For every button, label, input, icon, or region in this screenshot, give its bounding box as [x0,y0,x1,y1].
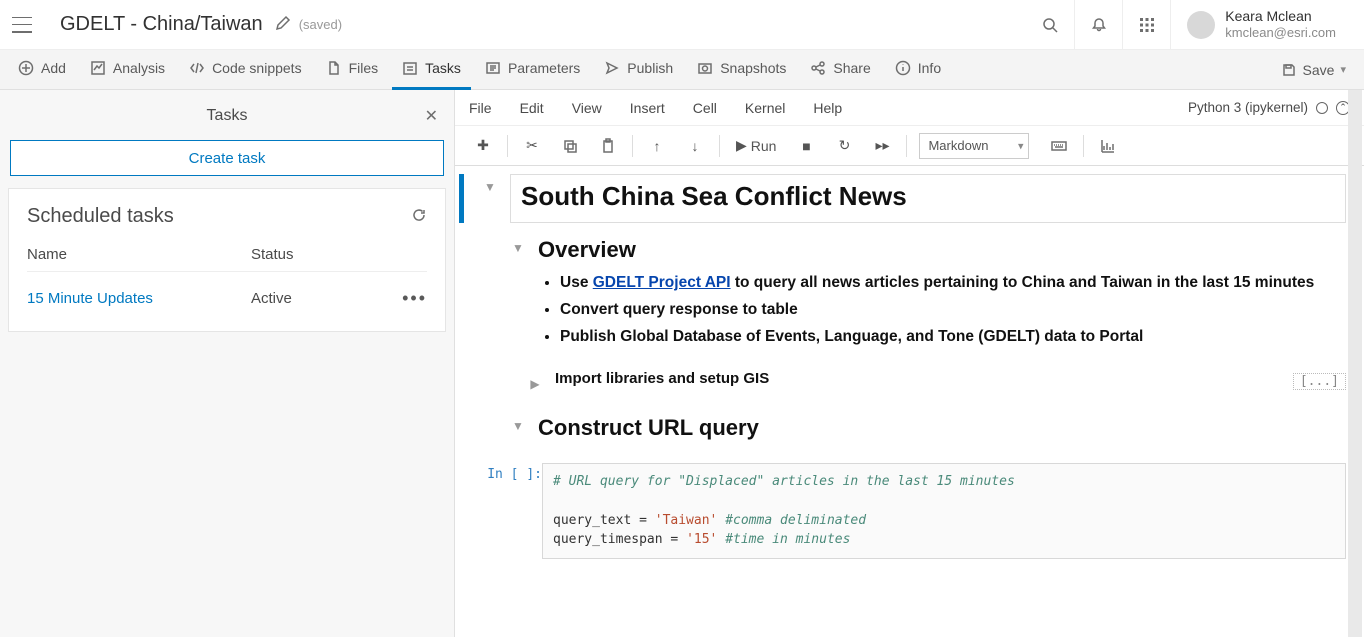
search-icon[interactable] [1026,0,1074,50]
app-header: GDELT - China/Taiwan (saved) Keara Mclea… [0,0,1364,50]
col-name: Name [27,246,251,263]
code-cell[interactable]: In [ ]: # URL query for "Displaced" arti… [459,463,1346,559]
kernel-name: Python 3 (ipykernel) [1188,100,1308,115]
tasks-panel-title: Tasks [207,107,248,125]
run-all-icon[interactable]: ▸▸ [864,131,900,161]
paste-icon[interactable] [590,131,626,161]
copy-icon[interactable] [552,131,588,161]
cell-type-select[interactable]: Markdown [919,133,1029,159]
toolbar-info[interactable]: Info [885,50,951,90]
construct-heading: Construct URL query [538,415,1322,441]
list-item: Use GDELT Project API to query all news … [560,273,1322,294]
collapse-caret-icon[interactable]: ▼ [512,419,524,451]
task-name-link[interactable]: 15 Minute Updates [27,290,251,307]
bell-icon[interactable] [1074,0,1122,50]
create-task-button[interactable]: Create task [10,140,444,176]
toolbar-snapshots[interactable]: Snapshots [687,50,796,90]
task-status: Active [251,290,371,307]
notebook-area: File Edit View Insert Cell Kernel Help P… [454,90,1364,637]
more-actions-icon[interactable]: ••• [371,288,427,309]
cell-heading: South China Sea Conflict News [521,181,1335,212]
toolbar-files[interactable]: Files [316,50,389,90]
overview-heading: Overview [538,237,1322,263]
toolbar-save[interactable]: Save▾ [1271,62,1356,78]
gdelt-api-link[interactable]: GDELT Project API [593,274,731,291]
collapse-caret-icon[interactable]: ▼ [484,180,496,223]
apps-grid-icon[interactable] [1122,0,1170,50]
notebook-toolbar: ✚ ✂ ↑ ↓ ▶ Run ■ ↻ ▸▸ Markdown [455,126,1364,166]
menu-help[interactable]: Help [813,100,842,116]
col-status: Status [251,246,371,263]
scheduled-tasks-title: Scheduled tasks [27,205,174,228]
code-editor[interactable]: # URL query for "Displaced" articles in … [542,463,1346,559]
tasks-table-header: Name Status [27,246,427,272]
saved-status: (saved) [299,17,342,32]
table-row: 15 Minute Updates Active ••• [27,282,427,315]
toolbar-code-snippets[interactable]: Code snippets [179,50,312,90]
toolbar-analysis[interactable]: Analysis [80,50,175,90]
run-button[interactable]: ▶ Run [726,131,786,161]
user-name: Keara Mclean [1225,8,1336,25]
main-toolbar: Add Analysis Code snippets Files Tasks P… [0,50,1364,90]
tasks-panel: Tasks ✕ Create task Scheduled tasks Name… [0,90,454,637]
refresh-icon[interactable] [411,207,427,226]
menu-insert[interactable]: Insert [630,100,665,116]
move-down-icon[interactable]: ↓ [677,131,713,161]
notebook-menu-bar: File Edit View Insert Cell Kernel Help P… [455,90,1364,126]
cell-prompt: In [ ]: [470,463,542,559]
kernel-status-icon [1316,102,1328,114]
list-item: Publish Global Database of Events, Langu… [560,327,1322,348]
stop-icon[interactable]: ■ [788,131,824,161]
markdown-cell[interactable]: ▼ Construct URL query [459,413,1346,451]
list-item: Convert query response to table [560,300,1322,321]
markdown-cell[interactable]: ▼ South China Sea Conflict News [459,174,1346,223]
avatar [1187,11,1215,39]
user-email: kmclean@esri.com [1225,25,1336,41]
move-up-icon[interactable]: ↑ [639,131,675,161]
scheduled-tasks-card: Scheduled tasks Name Status 15 Minute Up… [8,188,446,332]
hamburger-menu-icon[interactable] [12,17,32,33]
cut-icon[interactable]: ✂ [514,131,550,161]
notebook-title: GDELT - China/Taiwan [60,13,263,36]
scrollbar[interactable] [1348,90,1362,637]
close-icon[interactable]: ✕ [425,106,438,126]
collapse-caret-icon[interactable]: ▼ [512,241,524,354]
pencil-icon[interactable] [275,15,291,34]
collapsed-ellipsis[interactable]: [...] [1293,373,1346,390]
restart-icon[interactable]: ↻ [826,131,862,161]
menu-kernel[interactable]: Kernel [745,100,785,116]
keyboard-icon[interactable] [1041,131,1077,161]
toolbar-share[interactable]: Share [800,50,880,90]
toolbar-publish[interactable]: Publish [594,50,683,90]
menu-file[interactable]: File [469,100,492,116]
user-menu[interactable]: Keara Mclean kmclean@esri.com [1170,0,1352,50]
menu-cell[interactable]: Cell [693,100,717,116]
toolbar-tasks[interactable]: Tasks [392,50,471,90]
chart-icon[interactable] [1090,131,1126,161]
menu-view[interactable]: View [572,100,602,116]
toolbar-parameters[interactable]: Parameters [475,50,590,90]
add-cell-icon[interactable]: ✚ [465,131,501,161]
expand-caret-icon[interactable]: ▶ [530,377,539,391]
toolbar-add[interactable]: Add [8,50,76,90]
import-heading: Import libraries and setup GIS [555,370,1269,387]
collapsed-section[interactable]: ▶ Import libraries and setup GIS [...] [459,368,1346,395]
markdown-cell[interactable]: ▼ Overview Use GDELT Project API to quer… [459,235,1346,354]
menu-edit[interactable]: Edit [520,100,544,116]
notebook-content[interactable]: ▼ South China Sea Conflict News ▼ Overvi… [455,166,1364,637]
